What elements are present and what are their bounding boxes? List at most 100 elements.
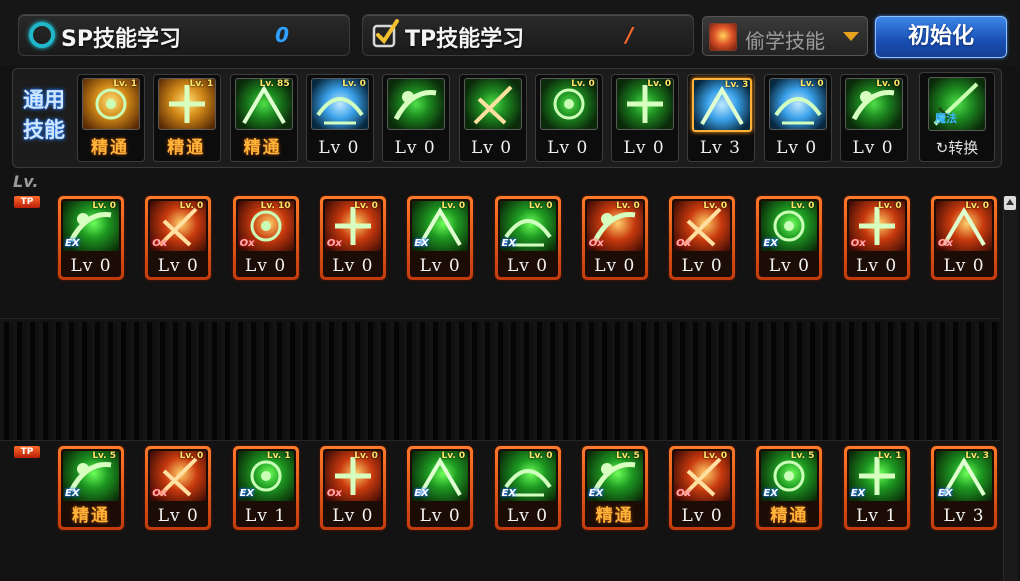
skill-icon: Lv. 0 Ox xyxy=(674,201,731,251)
skill-level-label: Lv 0 xyxy=(681,506,723,526)
skill-level-label: Lv 0 xyxy=(394,138,436,158)
check-icon xyxy=(372,19,399,48)
sp-label: SP技能学习 xyxy=(61,27,181,52)
awaken-badge: Ox xyxy=(850,238,866,249)
skill-level-label: Lv 1 xyxy=(245,506,287,526)
skill-icon: Lv. 0 Ox xyxy=(324,201,381,251)
tp-skill-slot[interactable]: Lv. 0 EX Lv 0 xyxy=(58,196,124,280)
skill-level-tag: Lv. 0 xyxy=(703,201,728,211)
skill-icon: Lv. 0 Ox xyxy=(150,451,207,501)
tp-skill-slot[interactable]: Lv. 3 EX Lv 3 xyxy=(931,446,997,530)
common-skill-slot[interactable]: Lv 0 xyxy=(382,74,451,162)
skill-level-tag: Lv. 1 xyxy=(266,451,291,461)
skill-switch-slot[interactable]: 魔法 ↻转换 xyxy=(919,72,995,162)
tp-skill-slot[interactable]: Lv. 0 Ox Lv 0 xyxy=(145,196,212,280)
tp-skill-slot[interactable]: Lv. 0 Ox Lv 0 xyxy=(319,446,386,530)
skill-level-tag: Lv. 0 xyxy=(965,201,989,211)
tp-skill-slot[interactable]: Lv. 1 EX Lv 1 xyxy=(843,446,910,530)
skill-icon: Lv. 0 xyxy=(310,78,369,130)
common-skill-slot[interactable]: Lv. 1 精通 xyxy=(153,74,222,162)
common-skill-slot[interactable]: Lv 0 xyxy=(458,74,527,162)
skill-level-label: 精通 xyxy=(91,138,129,158)
skill-level-label: Lv 0 xyxy=(594,256,636,276)
skill-level-label: Lv 0 xyxy=(623,138,665,158)
common-skill-slot[interactable]: Lv. 0 Lv 0 xyxy=(611,74,680,162)
reset-button[interactable]: 初始化 xyxy=(875,16,1007,58)
common-skills-panel: 通用 技能 Lv. 1 精通 Lv. 1 精通 Lv. 85 精通 Lv. 0 Lv 0 Lv … xyxy=(12,68,1002,168)
skill-icon: Lv. 0 xyxy=(539,78,598,130)
sp-points: 0 xyxy=(275,23,289,47)
common-skill-slot[interactable]: Lv. 3 Lv 3 xyxy=(687,74,756,162)
tp-points: / xyxy=(625,23,633,47)
skill-level-tag: Lv. 0 xyxy=(878,201,902,211)
skill-level-label: Lv 0 xyxy=(332,506,374,526)
tp-skill-slot[interactable]: Lv. 5 EX 精通 xyxy=(581,446,648,530)
tp-skill-slot[interactable]: Lv. 0 EX Lv 0 xyxy=(407,196,474,280)
fire-icon xyxy=(709,23,737,51)
tp-skill-slot[interactable]: Lv. 1 EX Lv 1 xyxy=(232,446,299,530)
ex-badge: EX xyxy=(239,488,255,499)
skill-level-label: Lv 0 xyxy=(943,256,985,276)
tp-skill-slot[interactable]: Lv. 5 EX 精通 xyxy=(58,446,124,530)
tp-skill-slot[interactable]: Lv. 0 Ox Lv 0 xyxy=(581,196,648,280)
common-label-line2: 技能 xyxy=(23,118,65,142)
ex-badge: EX xyxy=(763,488,778,499)
tp-skill-slot[interactable]: Lv. 0 Ox Lv 0 xyxy=(931,196,997,280)
tp-skill-slot[interactable]: Lv. 0 Ox Lv 0 xyxy=(319,196,386,280)
skill-level-tag: Lv. 0 xyxy=(92,201,116,211)
skill-level-tag: Lv. 0 xyxy=(179,201,204,211)
skill-level-label: Lv 0 xyxy=(470,138,513,158)
row-divider xyxy=(0,440,1000,441)
scroll-up-arrow[interactable] xyxy=(1004,196,1016,210)
skill-level-label: Lv 0 xyxy=(506,506,549,526)
skill-level-tag: Lv. 1 xyxy=(189,79,214,89)
tp-skill-slot[interactable]: Lv. 10 Ox Lv 0 xyxy=(232,196,299,280)
common-skill-slot[interactable]: Lv. 85 精通 xyxy=(229,74,298,162)
skill-icon: Lv. 0 Ox xyxy=(848,201,905,251)
tp-skill-slot[interactable]: Lv. 0 EX Lv 0 xyxy=(494,196,561,280)
skill-level-label: Lv 3 xyxy=(943,506,985,526)
awaken-badge: Ox xyxy=(676,488,692,499)
common-skill-slot[interactable]: Lv. 1 精通 xyxy=(77,74,145,162)
skill-level-label: Lv 0 xyxy=(681,256,723,276)
steal-skill-dropdown[interactable]: 偷学技能 xyxy=(702,16,868,56)
ex-badge: EX xyxy=(65,488,80,499)
tp-skill-slot[interactable]: Lv. 0 Ox Lv 0 xyxy=(843,196,910,280)
scrollbar[interactable] xyxy=(1003,196,1018,581)
skill-level-tag: Lv. 0 xyxy=(800,79,824,89)
skill-icon xyxy=(463,78,522,130)
common-skill-slot[interactable]: Lv. 0 Lv 0 xyxy=(840,74,908,162)
skill-level-tag: Lv. 0 xyxy=(354,201,378,211)
awaken-badge: Ox xyxy=(676,238,692,249)
common-skill-slot[interactable]: Lv. 0 Lv 0 xyxy=(763,74,832,162)
tp-learning-tab[interactable]: TP技能学习 / xyxy=(362,14,694,56)
ex-badge: EX xyxy=(763,238,778,249)
tp-skill-slot[interactable]: Lv. 0 EX Lv 0 xyxy=(756,196,823,280)
skill-icon: Lv. 0 xyxy=(845,78,903,130)
tp-skill-slot[interactable]: Lv. 0 EX Lv 0 xyxy=(407,446,474,530)
switch-label: ↻转换 xyxy=(935,139,979,157)
skill-level-label: Lv 0 xyxy=(419,256,461,276)
skill-level-tag: Lv. 1 xyxy=(113,79,137,89)
skill-level-tag: Lv. 0 xyxy=(571,79,595,89)
skill-level-label: Lv 0 xyxy=(547,138,589,158)
sp-learning-tab[interactable]: SP技能学习 0 xyxy=(18,14,350,56)
common-skill-slot[interactable]: Lv. 0 Lv 0 xyxy=(534,74,603,162)
skill-icon: Lv. 0 EX xyxy=(412,451,469,501)
common-skill-slot[interactable]: Lv. 0 Lv 0 xyxy=(305,74,374,162)
skill-level-label: Lv 0 xyxy=(332,256,374,276)
tp-skill-slot[interactable]: Lv. 0 EX Lv 0 xyxy=(494,446,561,530)
ex-badge: EX xyxy=(501,488,517,499)
awaken-badge: Ox xyxy=(326,488,342,499)
skill-icon xyxy=(387,78,446,130)
awaken-badge: Ox xyxy=(588,238,604,249)
tp-skill-slot[interactable]: Lv. 5 EX 精通 xyxy=(756,446,823,530)
tp-skill-slot[interactable]: Lv. 0 Ox Lv 0 xyxy=(145,446,212,530)
tp-skill-slot[interactable]: Lv. 0 Ox Lv 0 xyxy=(669,196,736,280)
skill-icon: Lv. 0 xyxy=(616,78,675,130)
skill-level-label: Lv 0 xyxy=(419,506,461,526)
skill-level-tag: Lv. 0 xyxy=(179,451,204,461)
skill-level-tag: Lv. 5 xyxy=(790,451,815,461)
awaken-badge: Ox xyxy=(326,238,342,249)
tp-skill-slot[interactable]: Lv. 0 Ox Lv 0 xyxy=(669,446,736,530)
